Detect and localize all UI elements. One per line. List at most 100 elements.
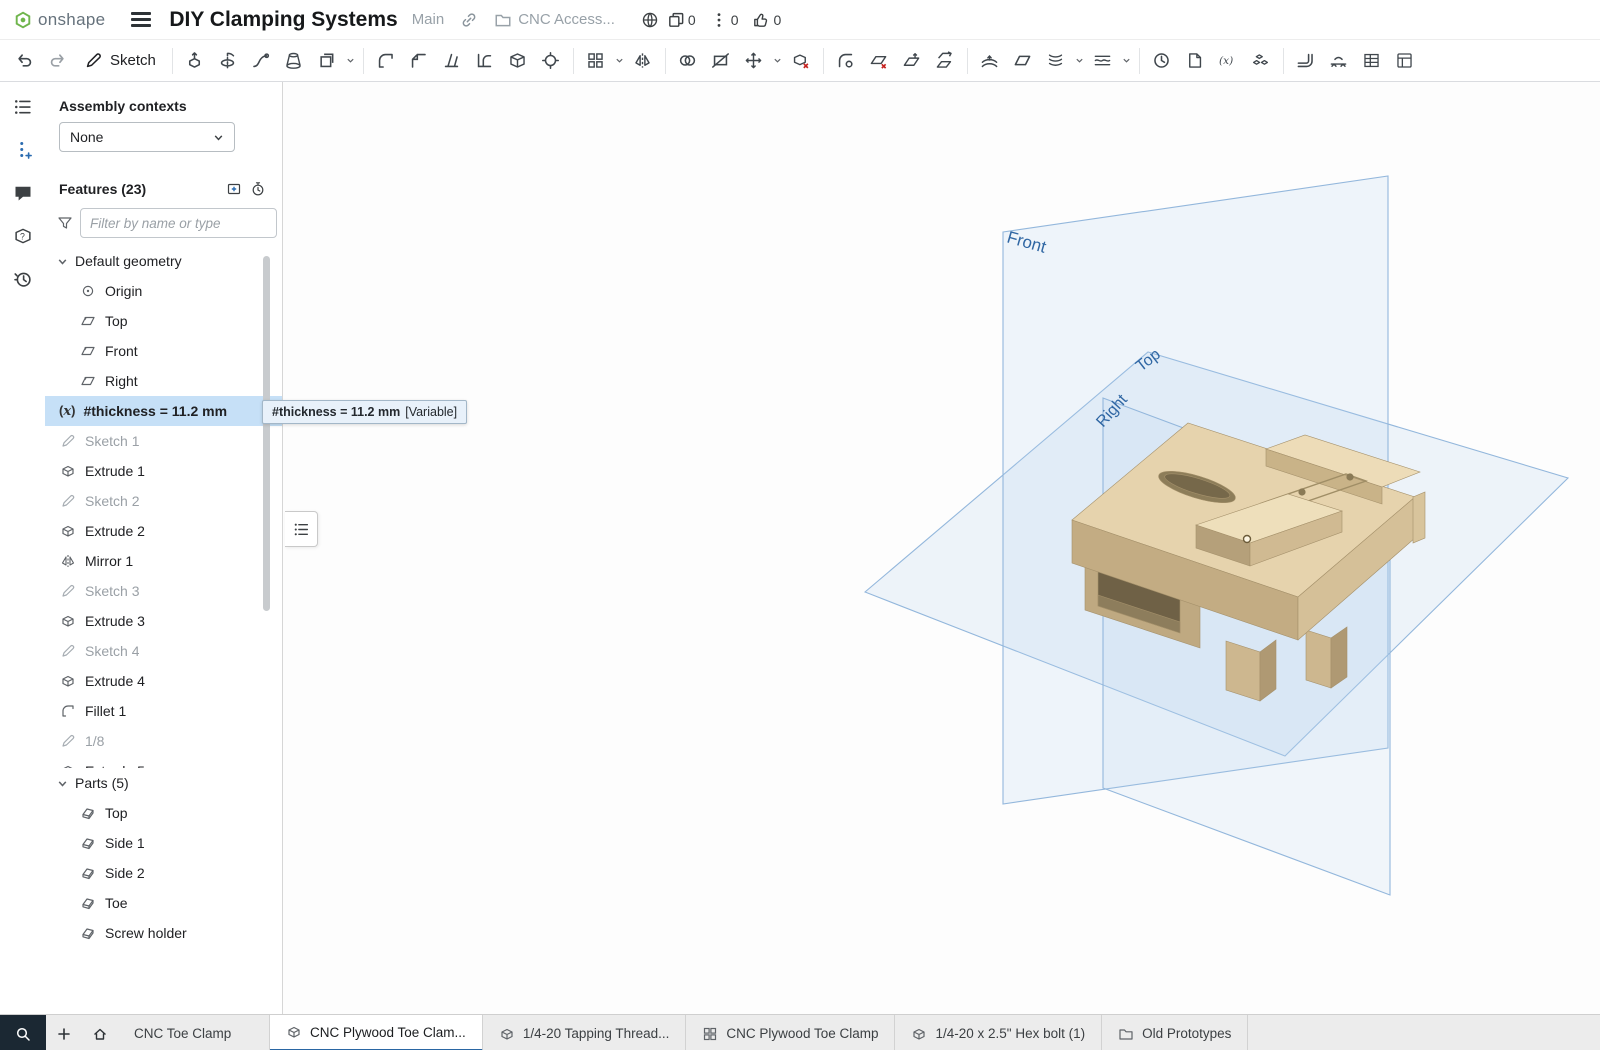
document-menu-icon[interactable] xyxy=(131,12,151,27)
redo-button[interactable] xyxy=(41,45,73,77)
import-document-button[interactable] xyxy=(1179,45,1211,77)
create-folder-icon[interactable] xyxy=(222,178,246,200)
sheet-metal-table-button[interactable] xyxy=(1356,45,1388,77)
pattern-dropdown-chevron[interactable] xyxy=(613,45,626,77)
comments-panel-icon[interactable] xyxy=(10,180,36,206)
feature-row-extrude-5[interactable]: Extrude 5 xyxy=(45,756,282,768)
extrude-button[interactable] xyxy=(179,45,211,77)
projected-curve-button[interactable] xyxy=(1087,45,1119,77)
sketch-button[interactable]: Sketch xyxy=(74,45,166,77)
feature-list-flyout-button[interactable] xyxy=(285,511,318,547)
sheet-metal-button[interactable] xyxy=(1290,45,1322,77)
boolean-button[interactable] xyxy=(672,45,704,77)
part-row-side-1[interactable]: Side 1 xyxy=(45,828,282,858)
tab-cnc-plywood-toe-clamp-assembly[interactable]: CNC Plywood Toe Clamp xyxy=(686,1015,895,1050)
learning-center-icon[interactable]: ? xyxy=(10,223,36,249)
add-tab-button[interactable] xyxy=(46,1015,82,1050)
feature-list-panel-icon[interactable] xyxy=(10,94,36,120)
feature-row-mirror-1[interactable]: Mirror 1 xyxy=(45,546,282,576)
hole-button[interactable] xyxy=(535,45,567,77)
delete-part-button[interactable] xyxy=(785,45,817,77)
plane-button[interactable] xyxy=(1007,45,1039,77)
shell-button[interactable] xyxy=(502,45,534,77)
feature-row-sketch-3[interactable]: Sketch 3 xyxy=(45,576,282,606)
chevron-down-icon[interactable] xyxy=(55,256,69,267)
tab-search-button[interactable] xyxy=(0,1015,46,1050)
feature-row-front-plane[interactable]: Front xyxy=(45,336,282,366)
rib-button[interactable] xyxy=(469,45,501,77)
filter-icon[interactable] xyxy=(57,215,73,231)
delete-face-button[interactable] xyxy=(863,45,895,77)
transform-dropdown-chevron[interactable] xyxy=(771,45,784,77)
thicken-dropdown-chevron[interactable] xyxy=(344,45,357,77)
feature-row-top-plane[interactable]: Top xyxy=(45,306,282,336)
part-row-top[interactable]: Top xyxy=(45,798,282,828)
chevron-down-icon[interactable] xyxy=(55,778,69,789)
model-vertex-marker[interactable] xyxy=(1244,536,1251,543)
feature-row-sketch-4[interactable]: Sketch 4 xyxy=(45,636,282,666)
link-icon[interactable] xyxy=(456,7,482,33)
split-button[interactable] xyxy=(705,45,737,77)
history-panel-icon[interactable] xyxy=(10,266,36,292)
flatten-button[interactable] xyxy=(1323,45,1355,77)
workspace-name[interactable]: Main xyxy=(412,11,445,28)
onshape-logo[interactable]: onshape xyxy=(14,10,105,30)
replace-face-button[interactable] xyxy=(929,45,961,77)
revolve-button[interactable] xyxy=(212,45,244,77)
part-row-toe[interactable]: Toe xyxy=(45,888,282,918)
chamfer-button[interactable] xyxy=(403,45,435,77)
feature-row-extrude-4[interactable]: Extrude 4 xyxy=(45,666,282,696)
sweep-button[interactable] xyxy=(245,45,277,77)
linear-pattern-button[interactable] xyxy=(580,45,612,77)
feature-row-extrude-2[interactable]: Extrude 2 xyxy=(45,516,282,546)
public-globe-icon[interactable] xyxy=(637,7,663,33)
part-row-side-2[interactable]: Side 2 xyxy=(45,858,282,888)
tab-cnc-plywood-toe-clamp-part-studio[interactable]: CNC Plywood Toe Clam... xyxy=(270,1015,483,1050)
fillet-button[interactable] xyxy=(370,45,402,77)
draft-button[interactable] xyxy=(436,45,468,77)
filter-input[interactable] xyxy=(80,208,277,238)
feature-row-sketch-18[interactable]: 1/8 xyxy=(45,726,282,756)
feature-group-default-geometry[interactable]: Default geometry xyxy=(45,246,282,276)
tab-hex-bolt[interactable]: 1/4-20 x 2.5" Hex bolt (1) xyxy=(895,1015,1102,1050)
document-title[interactable]: DIY Clamping Systems xyxy=(169,8,397,32)
activity-count-group[interactable]: 0 xyxy=(710,11,739,29)
feature-row-sketch-1[interactable]: Sketch 1 xyxy=(45,426,282,456)
loft-button[interactable] xyxy=(278,45,310,77)
curve-dropdown-chevron[interactable] xyxy=(1073,45,1086,77)
feature-row-fillet-1[interactable]: Fillet 1 xyxy=(45,696,282,726)
variable-button[interactable]: (x) xyxy=(1212,45,1244,77)
tab-tapping-thread[interactable]: 1/4-20 Tapping Thread... xyxy=(483,1015,687,1050)
parts-group-header[interactable]: Parts (5) xyxy=(45,768,282,798)
feature-row-right-plane[interactable]: Right xyxy=(45,366,282,396)
copy-workspace-count[interactable]: 0 xyxy=(667,11,696,29)
surface-dropdown-chevron[interactable] xyxy=(1120,45,1133,77)
tab-old-prototypes[interactable]: Old Prototypes xyxy=(1102,1015,1248,1050)
configurations-panel-icon[interactable] xyxy=(10,137,36,163)
feature-row-extrude-3[interactable]: Extrude 3 xyxy=(45,606,282,636)
move-face-button[interactable] xyxy=(896,45,928,77)
graphics-viewport[interactable]: Front Top Right xyxy=(283,82,1600,1014)
feature-row-sketch-2[interactable]: Sketch 2 xyxy=(45,486,282,516)
modify-fillet-button[interactable] xyxy=(830,45,862,77)
assembly-context-select[interactable]: None xyxy=(59,122,235,152)
offset-surface-button[interactable] xyxy=(974,45,1006,77)
parent-folder-link[interactable]: CNC Access... xyxy=(494,11,615,29)
clock-tool-button[interactable] xyxy=(1146,45,1178,77)
mirror-button[interactable] xyxy=(627,45,659,77)
variable-studio-button[interactable] xyxy=(1245,45,1277,77)
feature-tree-scrollbar[interactable] xyxy=(263,256,270,611)
home-tab-button[interactable] xyxy=(82,1015,118,1050)
undo-button[interactable] xyxy=(8,45,40,77)
tab-cnc-toe-clamp[interactable]: CNC Toe Clamp xyxy=(118,1015,270,1050)
part-row-screw-holder[interactable]: Screw holder xyxy=(45,918,282,948)
feature-row-extrude-1[interactable]: Extrude 1 xyxy=(45,456,282,486)
helix-button[interactable] xyxy=(1040,45,1072,77)
like-count-group[interactable]: 0 xyxy=(752,11,781,29)
transform-button[interactable] xyxy=(738,45,770,77)
feature-row-variable-thickness[interactable]: (x) #thickness = 11.2 mm xyxy=(45,396,282,426)
feature-row-origin[interactable]: Origin xyxy=(45,276,282,306)
tables-button[interactable] xyxy=(1389,45,1421,77)
rollback-history-icon[interactable] xyxy=(246,178,270,200)
thicken-button[interactable] xyxy=(311,45,343,77)
